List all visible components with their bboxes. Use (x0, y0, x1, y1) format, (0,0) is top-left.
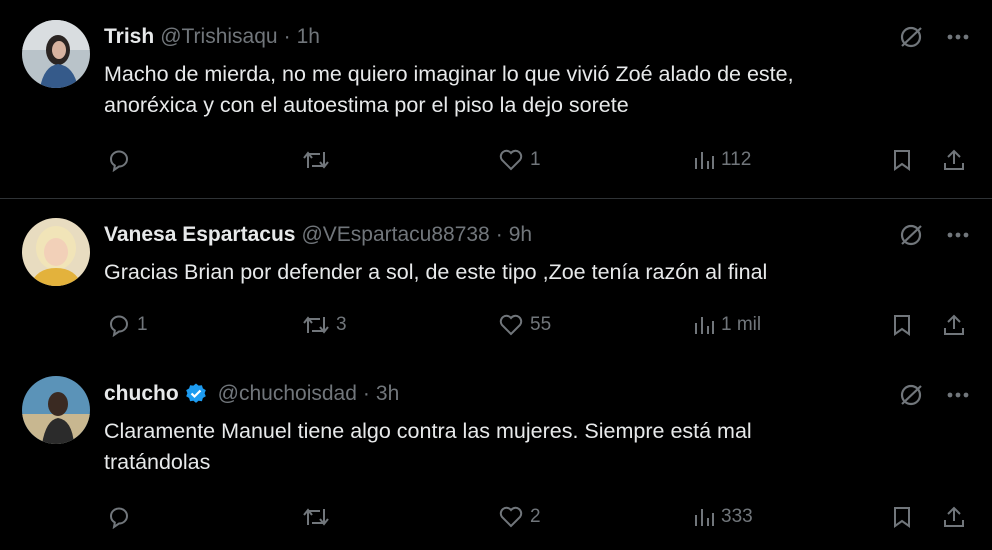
tweet[interactable]: Vanesa Espartacus @VEspartacu88738 · 9h … (0, 199, 992, 366)
bookmark-icon (891, 313, 913, 337)
reply-feed: Trish @Trishisaqu · 1h Macho de mierda, … (0, 0, 992, 550)
share-icon (942, 148, 966, 172)
avatar[interactable] (22, 376, 90, 444)
more-options-icon[interactable] (946, 231, 970, 239)
reply-count: 1 (137, 314, 148, 335)
like-count: 1 (530, 149, 541, 170)
share-icon (942, 313, 966, 337)
bookmark-button[interactable] (891, 313, 913, 337)
share-icon (942, 505, 966, 529)
views-button[interactable]: 112 (693, 148, 751, 172)
reply-button[interactable]: 1 (107, 313, 148, 337)
timestamp[interactable]: 1h (297, 25, 320, 49)
views-chart-icon (693, 505, 715, 529)
reply-button[interactable] (107, 505, 137, 529)
reply-button[interactable] (107, 148, 137, 172)
user-handle[interactable]: @chuchoisdad (218, 382, 357, 406)
like-button[interactable]: 55 (498, 313, 551, 337)
display-name[interactable]: Trish (104, 25, 154, 49)
separator-dot: · (283, 25, 291, 48)
grok-icon[interactable] (898, 382, 924, 408)
bookmark-button[interactable] (891, 505, 913, 529)
tweet-text: Gracias Brian por defender a sol, de est… (104, 257, 924, 288)
views-count: 1 mil (721, 314, 762, 335)
heart-icon (498, 505, 524, 529)
avatar[interactable] (22, 20, 90, 88)
share-button[interactable] (942, 313, 966, 337)
retweet-count: 3 (336, 314, 347, 335)
tweet-text: Claramente Manuel tiene algo contra las … (104, 416, 924, 478)
retweet-icon (302, 505, 330, 529)
grok-icon[interactable] (898, 222, 924, 248)
timestamp[interactable]: 3h (376, 382, 399, 406)
reply-icon (107, 313, 131, 337)
tweet-actions: 1 3 55 1 mil (0, 313, 992, 343)
bookmark-icon (891, 505, 913, 529)
retweet-button[interactable] (302, 148, 336, 172)
tweet-actions: 1 112 (0, 148, 992, 178)
views-button[interactable]: 1 mil (693, 313, 761, 337)
heart-icon (498, 148, 524, 172)
bookmark-icon (891, 148, 913, 172)
heart-icon (498, 313, 524, 337)
more-options-icon[interactable] (946, 33, 970, 41)
separator-dot: · (495, 223, 503, 246)
tweet-text: Macho de mierda, no me quiero imaginar l… (104, 59, 924, 121)
views-chart-icon (693, 313, 715, 337)
tweet-actions: 2 333 (0, 505, 992, 535)
user-handle[interactable]: @Trishisaqu (160, 25, 277, 49)
user-handle[interactable]: @VEspartacu88738 (301, 223, 489, 247)
retweet-button[interactable] (302, 505, 336, 529)
display-name[interactable]: chucho (104, 382, 179, 406)
views-count: 112 (721, 149, 752, 170)
tweet-header: Trish @Trishisaqu · 1h (104, 22, 320, 52)
bookmark-button[interactable] (891, 148, 913, 172)
timestamp[interactable]: 9h (509, 223, 532, 247)
tweet-text-line: Gracias Brian por defender a sol, de est… (104, 260, 768, 284)
retweet-icon (302, 148, 330, 172)
tweet-top-icons (898, 24, 970, 50)
verified-badge-icon (184, 382, 208, 406)
reply-icon (107, 148, 131, 172)
reply-icon (107, 505, 131, 529)
tweet-text-line: tratándolas (104, 450, 211, 474)
tweet[interactable]: Trish @Trishisaqu · 1h Macho de mierda, … (0, 0, 992, 199)
tweet-text-line: anoréxica y con el autoestima por el pis… (104, 93, 629, 117)
tweet-text-line: Macho de mierda, no me quiero imaginar l… (104, 62, 794, 86)
share-button[interactable] (942, 148, 966, 172)
like-button[interactable]: 1 (498, 148, 541, 172)
like-button[interactable]: 2 (498, 505, 541, 529)
views-button[interactable]: 333 (693, 505, 753, 529)
retweet-icon (302, 313, 330, 337)
grok-icon[interactable] (898, 24, 924, 50)
tweet-header: chucho @chuchoisdad · 3h (104, 379, 399, 409)
tweet-top-icons (898, 382, 970, 408)
like-count: 55 (530, 314, 552, 335)
share-button[interactable] (942, 505, 966, 529)
tweet-header: Vanesa Espartacus @VEspartacu88738 · 9h (104, 220, 532, 250)
more-options-icon[interactable] (946, 391, 970, 399)
retweet-button[interactable]: 3 (302, 313, 347, 337)
avatar[interactable] (22, 218, 90, 286)
separator-dot: · (362, 382, 370, 405)
views-count: 333 (721, 506, 753, 527)
tweet[interactable]: chucho @chuchoisdad · 3h Claramente Manu… (0, 366, 992, 550)
like-count: 2 (530, 506, 541, 527)
tweet-text-line: Claramente Manuel tiene algo contra las … (104, 419, 752, 443)
views-chart-icon (693, 148, 715, 172)
display-name[interactable]: Vanesa Espartacus (104, 223, 295, 247)
tweet-top-icons (898, 222, 970, 248)
